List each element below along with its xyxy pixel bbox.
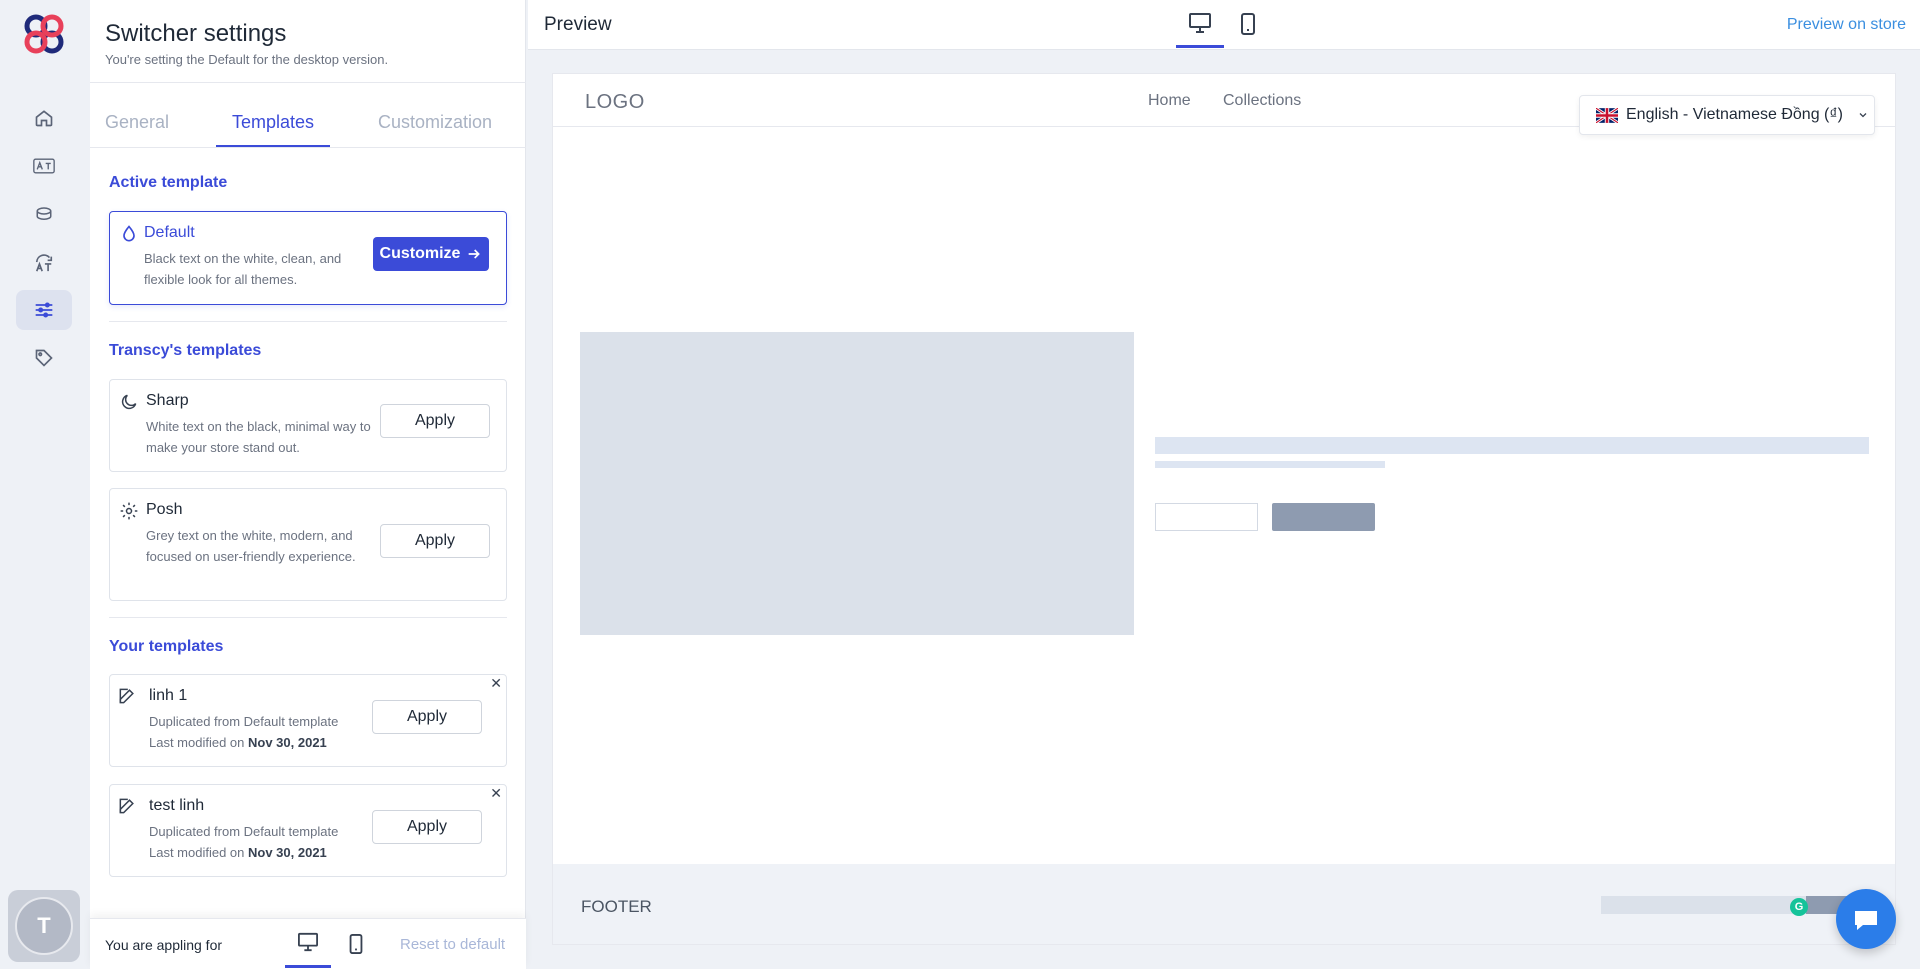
template-name: Posh bbox=[146, 501, 183, 518]
template-meta: Duplicated from Default template Last mo… bbox=[149, 711, 379, 753]
modified-date: Nov 30, 2021 bbox=[248, 845, 327, 860]
uk-flag-icon bbox=[1596, 107, 1618, 123]
template-name: Default bbox=[144, 224, 195, 241]
your-templates-heading: Your templates bbox=[109, 638, 224, 655]
apply-button[interactable]: Apply bbox=[372, 700, 482, 734]
divider bbox=[90, 82, 526, 83]
active-template-card: Default Black text on the white, clean, … bbox=[109, 211, 507, 305]
reset-to-default-link[interactable]: Reset to default bbox=[400, 936, 505, 953]
home-icon bbox=[35, 110, 53, 127]
template-name: Sharp bbox=[146, 392, 189, 409]
applying-for-bar: You are appling for Reset to default bbox=[90, 918, 526, 969]
footer-label: FOOTER bbox=[581, 897, 652, 916]
apply-button[interactable]: Apply bbox=[380, 404, 490, 438]
custom-template-card: ✕ linh 1 Duplicated from Default templat… bbox=[109, 674, 507, 767]
mobile-icon bbox=[1241, 13, 1255, 35]
modified-date: Nov 30, 2021 bbox=[248, 735, 327, 750]
template-description: White text on the black, minimal way to … bbox=[146, 419, 371, 455]
tab-customization[interactable]: Customization bbox=[378, 112, 492, 133]
modified-label: Last modified on bbox=[149, 735, 249, 750]
preview-mobile-toggle[interactable] bbox=[1224, 0, 1272, 48]
template-modified: Last modified on Nov 30, 2021 bbox=[149, 842, 379, 863]
edit-icon bbox=[119, 688, 134, 704]
template-name: linh 1 bbox=[149, 687, 188, 704]
template-modified: Last modified on Nov 30, 2021 bbox=[149, 732, 379, 753]
apply-button[interactable]: Apply bbox=[380, 524, 490, 558]
tab-general[interactable]: General bbox=[105, 112, 169, 133]
store-menu-home[interactable]: Home bbox=[1148, 92, 1191, 110]
chat-icon bbox=[1855, 911, 1877, 930]
page-subtitle: You're setting the Default for the deskt… bbox=[105, 52, 389, 67]
applying-for-label: You are appling for bbox=[105, 937, 223, 953]
template-card-sharp: Sharp White text on the black, minimal w… bbox=[109, 379, 507, 472]
settings-tabs: General Templates Customization bbox=[90, 100, 526, 148]
mobile-icon bbox=[349, 933, 363, 954]
droplet-icon bbox=[123, 225, 135, 242]
nav-home[interactable] bbox=[16, 98, 72, 138]
active-tab-indicator bbox=[216, 145, 330, 147]
template-origin: Duplicated from Default template bbox=[149, 714, 339, 729]
preview-on-store-link[interactable]: Preview on store bbox=[1787, 16, 1906, 34]
user-avatar[interactable]: T bbox=[8, 890, 80, 962]
template-origin: Duplicated from Default template bbox=[149, 824, 339, 839]
template-card-posh: Posh Grey text on the white, modern, and… bbox=[109, 488, 507, 601]
page-title: Switcher settings bbox=[105, 20, 287, 47]
quantity-placeholder bbox=[1155, 503, 1258, 531]
divider bbox=[109, 617, 507, 618]
nav-pricing[interactable] bbox=[16, 338, 72, 378]
tag-icon bbox=[35, 349, 53, 367]
custom-template-card: ✕ test linh Duplicated from Default temp… bbox=[109, 784, 507, 877]
template-name: test linh bbox=[149, 797, 205, 814]
avatar-initial: T bbox=[15, 897, 73, 955]
store-menu-collections[interactable]: Collections bbox=[1223, 92, 1301, 110]
add-to-cart-placeholder bbox=[1272, 503, 1375, 531]
product-title-placeholder bbox=[1155, 437, 1869, 454]
customize-button[interactable]: Customize bbox=[373, 237, 489, 271]
template-description: Grey text on the white, modern, and focu… bbox=[146, 528, 356, 564]
translate-icon bbox=[33, 158, 55, 174]
template-description: Black text on the white, clean, and flex… bbox=[144, 251, 342, 287]
customize-label: Customize bbox=[379, 245, 461, 262]
grammarly-icon[interactable]: G bbox=[1790, 898, 1808, 916]
modified-label: Last modified on bbox=[149, 845, 249, 860]
tab-templates[interactable]: Templates bbox=[232, 112, 314, 133]
icon-rail: T bbox=[0, 0, 88, 969]
arrow-right-icon bbox=[469, 249, 481, 259]
desktop-toggle[interactable] bbox=[285, 919, 331, 968]
desktop-icon bbox=[1189, 12, 1211, 33]
switcher-label: English - Vietnamese Đồng (₫) bbox=[1626, 106, 1843, 123]
moon-icon bbox=[121, 394, 137, 410]
nav-database[interactable] bbox=[16, 194, 72, 234]
store-logo: LOGO bbox=[585, 91, 645, 113]
apply-button[interactable]: Apply bbox=[372, 810, 482, 844]
chevron-down-icon bbox=[1859, 113, 1867, 118]
app-logo[interactable] bbox=[22, 12, 66, 56]
database-icon bbox=[36, 207, 52, 221]
nav-auto-translate[interactable] bbox=[16, 243, 72, 283]
language-currency-switcher[interactable]: English - Vietnamese Đồng (₫) bbox=[1579, 95, 1875, 135]
template-meta: Duplicated from Default template Last mo… bbox=[149, 821, 379, 863]
divider bbox=[109, 321, 507, 322]
delete-template-button[interactable]: ✕ bbox=[490, 675, 502, 692]
active-template-heading: Active template bbox=[109, 174, 228, 191]
preview-canvas: LOGO Home Collections English - Vietname… bbox=[552, 73, 1896, 945]
live-chat-button[interactable] bbox=[1836, 889, 1896, 949]
product-price-placeholder bbox=[1155, 461, 1385, 468]
auto-translate-icon bbox=[35, 254, 53, 272]
desktop-icon bbox=[298, 932, 318, 952]
edit-icon bbox=[119, 798, 134, 814]
transcy-templates-heading: Transcy's templates bbox=[109, 342, 262, 359]
preview-toolbar: Preview Preview on store bbox=[528, 0, 1920, 50]
gear-icon bbox=[120, 502, 138, 520]
preview-title: Preview bbox=[544, 14, 612, 35]
nav-switcher[interactable] bbox=[16, 290, 72, 330]
switcher-settings-panel: Switcher settings You're setting the Def… bbox=[90, 0, 526, 969]
preview-desktop-toggle[interactable] bbox=[1176, 0, 1224, 48]
mobile-toggle[interactable] bbox=[333, 919, 379, 968]
delete-template-button[interactable]: ✕ bbox=[490, 785, 502, 802]
nav-translate[interactable] bbox=[16, 146, 72, 186]
store-footer: FOOTER G bbox=[553, 864, 1895, 944]
product-image-placeholder bbox=[580, 332, 1134, 635]
sliders-icon bbox=[35, 302, 53, 318]
